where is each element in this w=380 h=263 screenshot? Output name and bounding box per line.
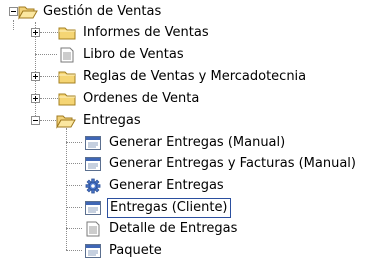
tree-node-label: Reglas de Ventas y Mercadotecnia <box>83 69 307 84</box>
folder-icon <box>58 91 76 107</box>
tree-node-label: Detalle de Entregas <box>109 221 238 236</box>
tree-node-label: Informes de Ventas <box>83 25 209 40</box>
window-icon <box>84 135 102 151</box>
tree-line <box>66 228 82 229</box>
tree-node-gestion-de-ventas[interactable]: Gestión de Ventas <box>18 2 163 22</box>
tree-node-label: Libro de Ventas <box>83 47 184 62</box>
tree-line <box>13 20 14 30</box>
menu-tree: Gestión de Ventas Informes de Ventas Lib… <box>0 0 380 263</box>
tree-node-label: Gestión de Ventas <box>43 4 162 19</box>
window-icon <box>84 200 102 216</box>
tree-node-generar-entregas-manual[interactable]: Generar Entregas (Manual) <box>84 133 287 153</box>
expand-toggle-informes-de-ventas[interactable] <box>31 28 40 37</box>
gear-icon <box>84 178 102 194</box>
tree-node-label: Ordenes de Venta <box>83 91 200 106</box>
folder-icon <box>58 69 76 85</box>
tree-line <box>66 207 82 208</box>
tree-node-ordenes-de-venta[interactable]: Ordenes de Venta <box>58 89 201 109</box>
tree-node-reglas-de-ventas-y-mercadotecnia[interactable]: Reglas de Ventas y Mercadotecnia <box>58 67 308 87</box>
tree-line <box>40 98 58 99</box>
tree-line <box>40 76 58 77</box>
tree-node-label: Generar Entregas <box>109 178 224 193</box>
tree-line <box>66 163 82 164</box>
collapse-toggle-entregas[interactable] <box>31 116 40 125</box>
tree-node-libro-de-ventas[interactable]: Libro de Ventas <box>58 45 186 65</box>
tree-node-informes-de-ventas[interactable]: Informes de Ventas <box>58 23 211 43</box>
tree-node-label: Entregas (Cliente) <box>107 198 231 218</box>
folder-icon <box>58 25 76 41</box>
tree-line <box>66 142 82 143</box>
open-folder-icon <box>56 113 76 129</box>
tree-node-detalle-de-entregas[interactable]: Detalle de Entregas <box>84 219 239 239</box>
tree-node-generar-entregas-y-facturas-manual[interactable]: Generar Entregas y Facturas (Manual) <box>84 154 358 174</box>
tree-node-label: Generar Entregas y Facturas (Manual) <box>109 156 356 171</box>
tree-node-entregas-cliente[interactable]: Entregas (Cliente) <box>84 198 231 218</box>
tree-node-generar-entregas-process[interactable]: Generar Entregas <box>84 176 226 196</box>
open-folder-icon <box>18 4 38 20</box>
tree-line <box>66 128 67 250</box>
tree-line <box>40 32 58 33</box>
document-icon <box>84 221 102 237</box>
tree-line <box>66 250 82 251</box>
window-icon <box>84 156 102 172</box>
collapse-toggle-gestion-de-ventas[interactable] <box>9 7 18 16</box>
tree-line <box>66 185 82 186</box>
document-icon <box>58 47 76 63</box>
tree-node-entregas[interactable]: Entregas <box>56 111 143 131</box>
tree-node-label: Generar Entregas (Manual) <box>109 135 286 150</box>
window-icon <box>84 243 102 259</box>
tree-node-paquete[interactable]: Paquete <box>84 241 164 261</box>
expand-toggle-ordenes-de-venta[interactable] <box>31 94 40 103</box>
tree-line <box>35 54 57 55</box>
tree-node-label: Entregas <box>83 113 141 128</box>
tree-node-label: Paquete <box>109 243 162 258</box>
expand-toggle-reglas-de-ventas[interactable] <box>31 72 40 81</box>
